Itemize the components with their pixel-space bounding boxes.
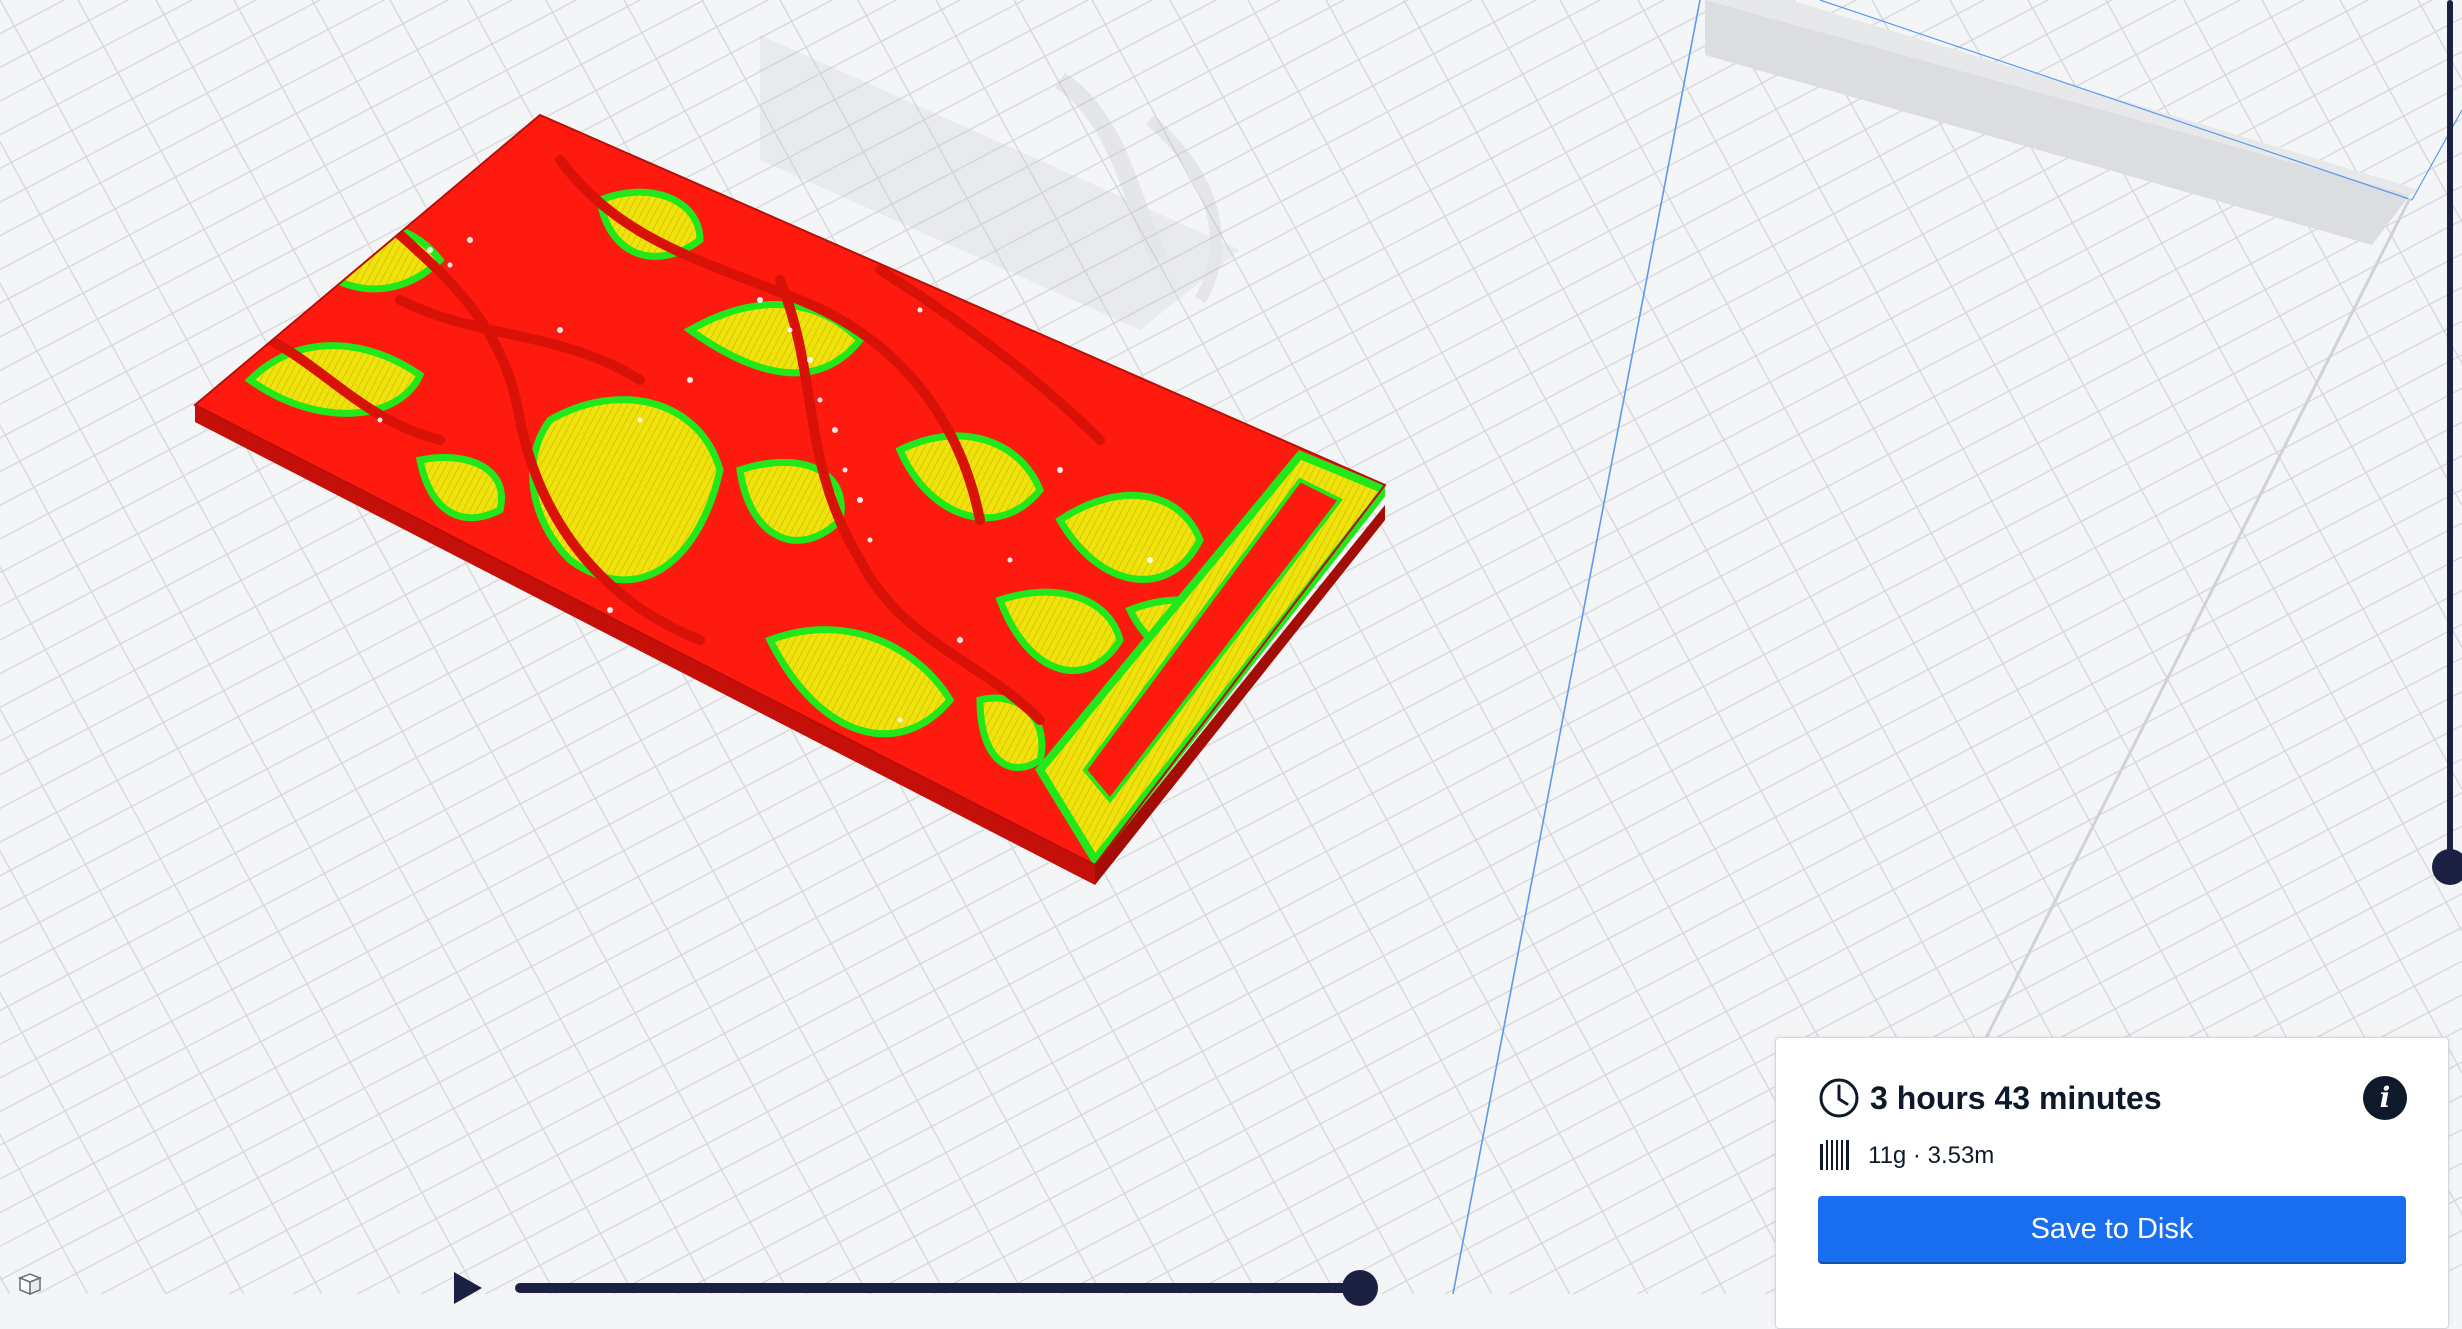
spool-icon (1820, 1140, 1849, 1170)
save-to-disk-button[interactable]: Save to Disk (1818, 1196, 2406, 1262)
material-usage-text: 11g · 3.53m (1868, 1142, 1995, 1169)
print-time-estimate: 3 hours 43 minutes (1870, 1079, 2162, 1116)
clock-icon (1819, 1078, 1859, 1118)
view-cube-icon[interactable] (16, 1268, 44, 1296)
play-icon[interactable] (454, 1272, 482, 1304)
info-icon[interactable]: i (2363, 1076, 2407, 1120)
print-time-row: 3 hours 43 minutes (1818, 1076, 2162, 1120)
layer-slider-track[interactable] (2447, 0, 2453, 870)
path-slider-handle[interactable] (1342, 1270, 1378, 1306)
path-slider-track[interactable] (515, 1283, 1363, 1293)
layer-slider-handle[interactable] (2432, 849, 2462, 885)
material-usage-row: 11g · 3.53m (1818, 1136, 1994, 1176)
print-information-panel: 3 hours 43 minutes i 11g · 3.53m Save to… (1775, 1037, 2449, 1329)
